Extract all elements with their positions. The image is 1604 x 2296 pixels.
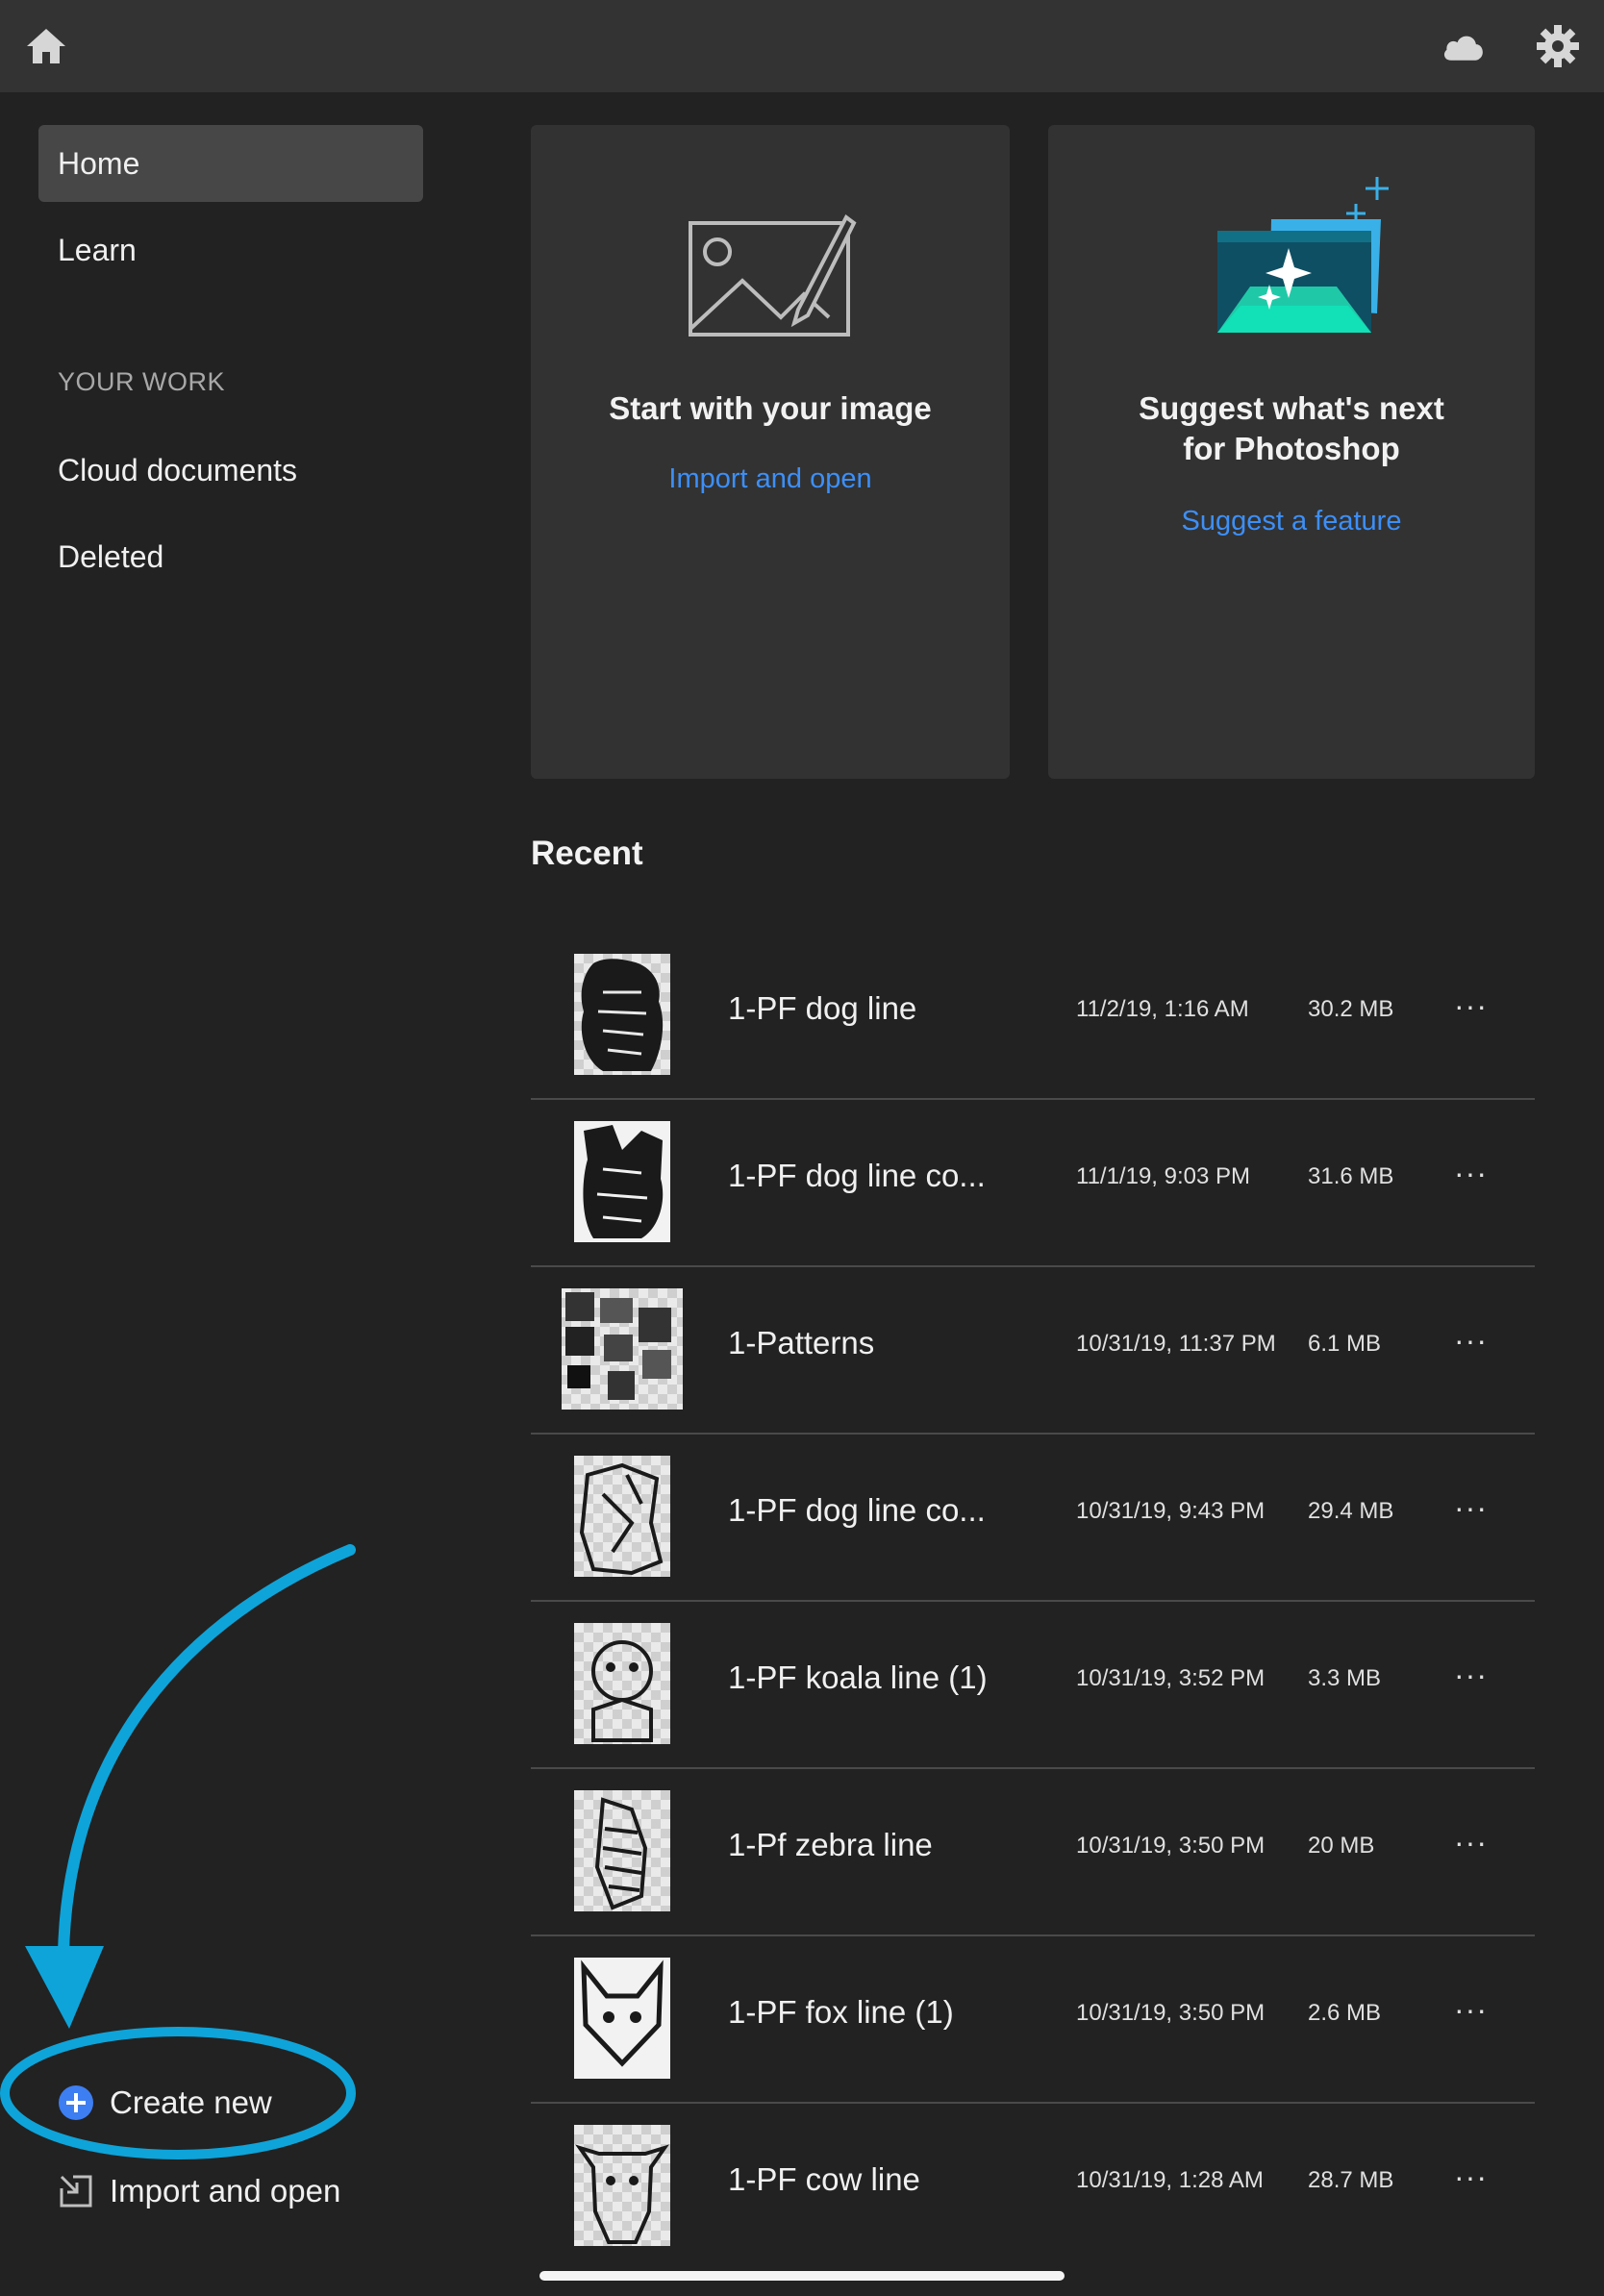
file-name: 1-PF fox line (1)	[728, 1994, 954, 2030]
more-options-button[interactable]: ···	[1454, 1825, 1488, 1860]
file-name: 1-PF cow line	[728, 2161, 920, 2197]
sparkle-window-icon	[1217, 177, 1389, 333]
recent-section-title: Recent	[531, 835, 643, 872]
file-size: 3.3 MB	[1308, 1665, 1382, 1691]
file-date: 11/1/19, 9:03 PM	[1076, 1163, 1251, 1189]
section-label-your-work: YOUR WORK	[58, 367, 226, 396]
start-with-image-card: Start with your image Import and open	[531, 125, 1010, 779]
file-date: 10/31/19, 3:52 PM	[1076, 1665, 1266, 1691]
sidebar-item-cloud-documents[interactable]: Cloud documents	[38, 432, 423, 509]
card-title-line1: Suggest what's next	[1139, 390, 1444, 426]
list-item[interactable]: 1-PF dog line co... 10/31/19, 9:43 PM 29…	[531, 1435, 1535, 1602]
create-new-button[interactable]: Create new	[58, 2084, 272, 2121]
file-thumbnail	[574, 1456, 670, 1577]
gear-icon[interactable]	[1535, 23, 1581, 69]
more-options-button[interactable]: ···	[1454, 988, 1488, 1024]
sidebar-item-label: Learn	[58, 233, 137, 267]
file-thumbnail	[574, 1790, 670, 1911]
file-date: 10/31/19, 11:37 PM	[1076, 1331, 1276, 1357]
file-date: 10/31/19, 9:43 PM	[1076, 1498, 1266, 1524]
file-name: 1-Patterns	[728, 1325, 875, 1360]
file-date: 10/31/19, 3:50 PM	[1076, 2000, 1266, 2026]
file-name: 1-PF dog line co...	[728, 1492, 986, 1528]
file-name: 1-PF koala line (1)	[728, 1660, 988, 1695]
file-thumbnail	[574, 954, 670, 1075]
top-bar	[0, 0, 1604, 92]
sidebar-item-label: Deleted	[58, 539, 164, 574]
sidebar-item-home[interactable]: Home	[38, 125, 423, 202]
list-item[interactable]: 1-PF dog line co... 11/1/19, 9:03 PM 31.…	[531, 1100, 1535, 1267]
file-thumbnail	[574, 2125, 670, 2246]
home-icon[interactable]	[23, 23, 69, 69]
image-edit-icon	[689, 213, 857, 337]
suggest-feature-card: Suggest what's next for Photoshop Sugges…	[1048, 125, 1535, 779]
more-options-button[interactable]: ···	[1454, 2159, 1488, 2195]
file-date: 10/31/19, 1:28 AM	[1076, 2167, 1264, 2193]
file-name: 1-PF dog line co...	[728, 1158, 986, 1193]
file-date: 10/31/19, 3:50 PM	[1076, 1833, 1266, 1859]
plus-circle-icon	[59, 2085, 93, 2120]
create-new-label: Create new	[110, 2084, 272, 2120]
import-and-open-button[interactable]: Import and open	[58, 2173, 340, 2209]
file-thumbnail	[562, 1288, 683, 1410]
file-thumbnail	[574, 1623, 670, 1744]
sidebar-item-label: Cloud documents	[58, 453, 298, 487]
sidebar-item-label: Home	[58, 146, 140, 181]
more-options-button[interactable]: ···	[1454, 1323, 1488, 1359]
more-options-button[interactable]: ···	[1454, 1658, 1488, 1693]
list-item[interactable]: 1-PF fox line (1) 10/31/19, 3:50 PM 2.6 …	[531, 1936, 1535, 2104]
sidebar-item-learn[interactable]: Learn	[38, 212, 423, 288]
file-size: 29.4 MB	[1308, 1498, 1394, 1524]
more-options-button[interactable]: ···	[1454, 1992, 1488, 2028]
file-size: 20 MB	[1308, 1833, 1375, 1859]
file-size: 2.6 MB	[1308, 2000, 1382, 2026]
sidebar-item-deleted[interactable]: Deleted	[38, 518, 423, 595]
more-options-button[interactable]: ···	[1454, 1490, 1488, 1526]
file-size: 6.1 MB	[1308, 1331, 1382, 1357]
card-title: Start with your image	[609, 390, 932, 426]
file-size: 31.6 MB	[1308, 1163, 1394, 1189]
cloud-icon[interactable]	[1441, 23, 1487, 69]
import-and-open-label: Import and open	[110, 2173, 341, 2209]
list-item[interactable]: 1-PF cow line 10/31/19, 1:28 AM 28.7 MB …	[531, 2104, 1535, 2271]
file-thumbnail	[574, 1958, 670, 2079]
home-indicator	[539, 2271, 1065, 2281]
file-size: 28.7 MB	[1308, 2167, 1394, 2193]
import-and-open-link[interactable]: Import and open	[531, 463, 1010, 495]
card-title-line2: for Photoshop	[1183, 431, 1400, 466]
list-item[interactable]: 1-Patterns 10/31/19, 11:37 PM 6.1 MB ···	[531, 1267, 1535, 1435]
sidebar: Home Learn YOUR WORK Cloud documents Del…	[0, 92, 481, 2296]
import-icon	[60, 2175, 92, 2208]
suggest-feature-link[interactable]: Suggest a feature	[1048, 506, 1535, 537]
file-name: 1-Pf zebra line	[728, 1827, 933, 1862]
list-item[interactable]: 1-Pf zebra line 10/31/19, 3:50 PM 20 MB …	[531, 1769, 1535, 1936]
file-name: 1-PF dog line	[728, 990, 917, 1026]
list-item[interactable]: 1-PF dog line 11/2/19, 1:16 AM 30.2 MB ·…	[531, 933, 1535, 1100]
list-item[interactable]: 1-PF koala line (1) 10/31/19, 3:52 PM 3.…	[531, 1602, 1535, 1769]
more-options-button[interactable]: ···	[1454, 1156, 1488, 1191]
file-thumbnail	[574, 1121, 670, 1242]
file-date: 11/2/19, 1:16 AM	[1076, 996, 1249, 1022]
file-size: 30.2 MB	[1308, 996, 1394, 1022]
